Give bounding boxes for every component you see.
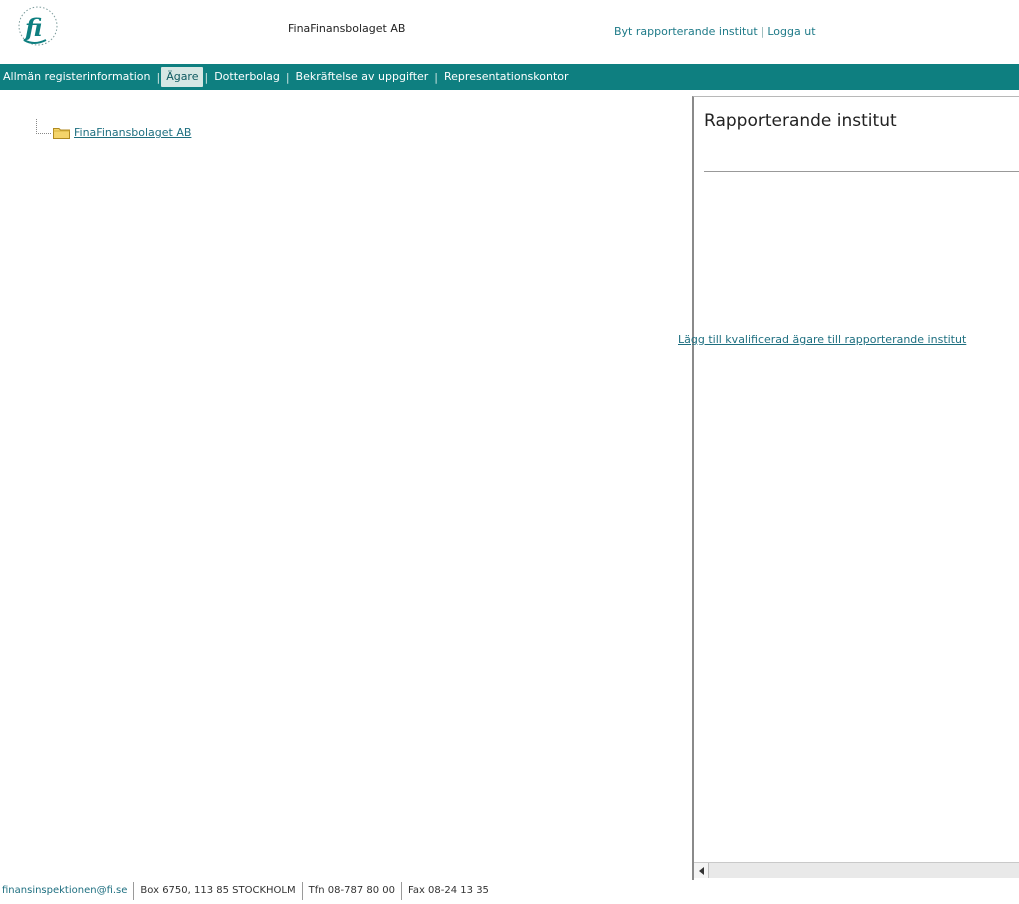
header-separator: | (760, 25, 765, 38)
folder-icon (53, 126, 70, 139)
tree-item-company-link[interactable]: FinaFinansbolaget AB (74, 126, 191, 139)
tree-connector (36, 119, 51, 134)
footer: finansinspektionen@fi.se Box 6750, 113 8… (0, 881, 640, 901)
scroll-left-button[interactable] (694, 863, 709, 878)
nav-tab-confirmation[interactable]: Bekräftelse av uppgifter (291, 67, 434, 87)
title-divider (704, 171, 1019, 172)
nav-tab-owners[interactable]: Ägare (161, 67, 204, 87)
tree-pane: FinaFinansbolaget AB (0, 96, 692, 866)
nav-bar: Allmän registerinformation | Ägare | Dot… (0, 64, 1019, 90)
footer-phone: Tfn 08-787 80 00 (303, 882, 402, 900)
panel-title: Rapporterande institut (704, 111, 897, 131)
nav-tab-general-info[interactable]: Allmän registerinformation (0, 67, 155, 87)
detail-pane: Rapporterande institut Lägg till kvalifi… (678, 96, 1019, 880)
switch-institute-link[interactable]: Byt rapporterande institut (614, 25, 758, 38)
company-title: FinaFinansbolaget AB (288, 22, 406, 35)
tree-root-node: FinaFinansbolaget AB (36, 119, 191, 139)
add-qualified-owner-link[interactable]: Lägg till kvalificerad ägare till rappor… (678, 333, 1018, 346)
footer-fax: Fax 08-24 13 35 (408, 885, 489, 896)
footer-address: Box 6750, 113 85 STOCKHOLM (134, 882, 303, 900)
arrow-left-icon (698, 866, 704, 875)
horizontal-scrollbar[interactable] (694, 862, 1019, 878)
page: fi FinaFinansbolaget AB Byt rapporterand… (0, 0, 1019, 904)
nav-items: Allmän registerinformation | Ägare | Dot… (0, 64, 574, 90)
nav-tab-subsidiaries[interactable]: Dotterbolag (209, 67, 285, 87)
header: fi FinaFinansbolaget AB Byt rapporterand… (0, 0, 1019, 64)
nav-tab-representative-offices[interactable]: Representationskontor (439, 67, 574, 87)
footer-email[interactable]: finansinspektionen@fi.se (0, 882, 135, 900)
fi-logo: fi (16, 4, 60, 48)
header-links: Byt rapporterande institut | Logga ut (614, 25, 816, 38)
logout-link[interactable]: Logga ut (767, 25, 815, 38)
svg-text:fi: fi (23, 13, 42, 42)
